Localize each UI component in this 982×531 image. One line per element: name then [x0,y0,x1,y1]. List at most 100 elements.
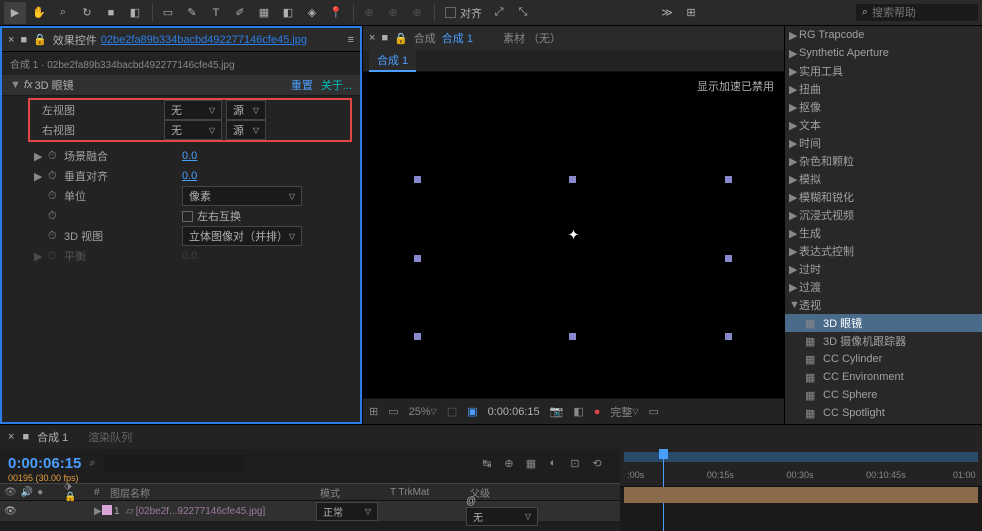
col-trkmat[interactable]: T TrkMat [386,487,466,498]
effect-category[interactable]: ▶文本 [785,116,982,134]
left-view-dropdown[interactable]: 无▽ [164,100,222,120]
puppet-tool-icon[interactable]: 📍 [325,2,347,24]
tl-btn-icon[interactable]: ◐ [544,455,562,471]
handle[interactable] [414,176,421,183]
effect-item[interactable]: ▦径向阴影 [785,422,982,424]
handle[interactable] [569,176,576,183]
handle[interactable] [414,255,421,262]
zoom-dropdown[interactable]: 25% ▽ [409,406,437,418]
close-icon[interactable]: × [369,32,375,44]
lr-swap-checkbox[interactable] [182,211,193,222]
workspace-icon[interactable]: ⊞ [680,2,702,24]
menu-icon[interactable]: ■ [20,34,27,46]
mask-icon[interactable]: ▣ [467,405,477,418]
effect-category[interactable]: ▶实用工具 [785,62,982,80]
zoom-tool-icon[interactable]: ⌕ [52,2,74,24]
snapping-icon[interactable]: ⤢ [488,2,510,24]
units-dropdown[interactable]: 像素▽ [182,186,302,206]
help-search-input[interactable] [872,7,972,19]
expand-icon[interactable]: ▶ [34,150,44,163]
panel-filename[interactable]: 02be2fa89b334bacbd492277146cfe45.jpg [101,34,307,46]
pickwhip-icon[interactable]: @ [466,496,476,507]
timeline-navigator[interactable] [624,452,978,462]
comp-tab[interactable]: 合成 1 [369,50,416,72]
effect-item[interactable]: ▦CC Spotlight [785,404,982,422]
stopwatch-icon[interactable]: ⏱ [48,230,60,243]
timeline-ruler[interactable]: :00s 00:15s 00:30s 00:10:45s 01:00 [620,467,982,487]
pen-tool-icon[interactable]: ✎ [181,2,203,24]
anchor-point-icon[interactable]: ✦ [568,227,580,244]
clone-tool-icon[interactable]: ▦ [253,2,275,24]
stopwatch-icon[interactable]: ⏱ [48,210,60,223]
camera-tool-icon[interactable]: ■ [100,2,122,24]
shape-tool-icon[interactable]: ▭ [157,2,179,24]
col-num[interactable]: # [90,487,106,498]
effect-category[interactable]: ▶抠像 [785,98,982,116]
lock-icon[interactable]: 🔒 [33,33,47,46]
parent-dropdown[interactable]: 无▽ [466,507,538,526]
stopwatch-icon[interactable]: ⏱ [48,190,60,203]
view3d-dropdown[interactable]: 立体图像对（并排）▽ [182,226,302,246]
timeline-timecode[interactable]: 0:00:06:15 [8,455,81,472]
hand-tool-icon[interactable]: ✋ [28,2,50,24]
handle[interactable] [725,176,732,183]
effect-category[interactable]: ▶表达式控制 [785,242,982,260]
search-icon[interactable]: ⌕ [89,457,95,470]
effect-category[interactable]: ▶扭曲 [785,80,982,98]
layer-name[interactable]: [02be2f...92277146cfe45.jpg] [136,506,266,517]
effect-category[interactable]: ▶RG Trapcode [785,26,982,44]
eye-icon[interactable]: 👁 [4,506,17,517]
effect-category[interactable]: ▶模拟 [785,170,982,188]
effect-category[interactable]: ▶过时 [785,260,982,278]
eraser-tool-icon[interactable]: ◧ [277,2,299,24]
close-icon[interactable]: × [8,34,14,46]
expand-icon[interactable]: ▶ [34,170,44,183]
stopwatch-icon[interactable]: ⏱ [48,170,60,183]
roto-tool-icon[interactable]: ◈ [301,2,323,24]
fx-header[interactable]: ▼ fx 3D 眼镜 重置 关于... [2,75,360,96]
effect-item[interactable]: ▦CC Environment [785,368,982,386]
reset-link[interactable]: 重置 [291,77,313,93]
snapshot-icon[interactable]: 📷 [550,405,564,418]
effect-category[interactable]: ▶沉浸式视频 [785,206,982,224]
effect-category[interactable]: ▶Synthetic Aperture [785,44,982,62]
effect-item[interactable]: ▦CC Cylinder [785,350,982,368]
panel-menu-icon[interactable]: ≡ [348,34,354,46]
resolution-icon[interactable]: ▭ [388,405,398,418]
effect-category[interactable]: ▶过渡 [785,278,982,296]
about-link[interactable]: 关于... [321,77,352,93]
show-snapshot-icon[interactable]: ◧ [573,405,583,418]
right-view-source-dropdown[interactable]: 源▽ [226,120,266,140]
timeline-layer[interactable]: 👁 ▶ 1 ▱[02be2f...92277146cfe45.jpg] 正常▽ … [0,501,620,521]
timeline-track-area[interactable]: :00s 00:15s 00:30s 00:10:45s 01:00 [620,449,982,531]
layer-bar[interactable] [624,487,978,503]
help-search[interactable]: ⌕ [856,4,978,21]
effect-category[interactable]: ▶模糊和锐化 [785,188,982,206]
effect-item[interactable]: ▦CC Sphere [785,386,982,404]
comp-name[interactable]: 合成 1 [442,30,473,46]
viewer-timecode[interactable]: 0:00:06:15 [488,406,540,418]
left-view-source-dropdown[interactable]: 源▽ [226,100,266,120]
selection-tool-icon[interactable]: ▶ [4,2,26,24]
color-icon[interactable]: ● [594,406,601,418]
menu-icon[interactable]: ■ [381,32,388,44]
effect-category[interactable]: ▶杂色和颗粒 [785,152,982,170]
brush-tool-icon[interactable]: ✐ [229,2,251,24]
snapping-ext-icon[interactable]: ⤡ [512,2,534,24]
tl-btn-icon[interactable]: ⊡ [566,455,584,471]
shy-icon[interactable]: ⬗ [64,481,72,492]
handle[interactable] [725,333,732,340]
comp-tab[interactable]: 合成 1 [37,429,68,445]
right-view-dropdown[interactable]: 无▽ [164,120,222,140]
render-queue-tab[interactable]: 渲染队列 [88,429,132,445]
orbit-tool-icon[interactable]: ↻ [76,2,98,24]
channel-icon[interactable]: ⬚ [447,405,457,418]
snap-control[interactable]: 对齐 [445,5,482,21]
menu-icon[interactable]: ■ [22,431,29,443]
effect-item[interactable]: ▦3D 摄像机跟踪器 [785,332,982,350]
resolution-dropdown[interactable]: 完整 ▽ [610,404,638,420]
text-tool-icon[interactable]: T [205,2,227,24]
magnification-icon[interactable]: ⊞ [369,405,378,418]
view-layout-icon[interactable]: ▭ [649,405,659,418]
tl-btn-icon[interactable]: ⊕ [500,455,518,471]
